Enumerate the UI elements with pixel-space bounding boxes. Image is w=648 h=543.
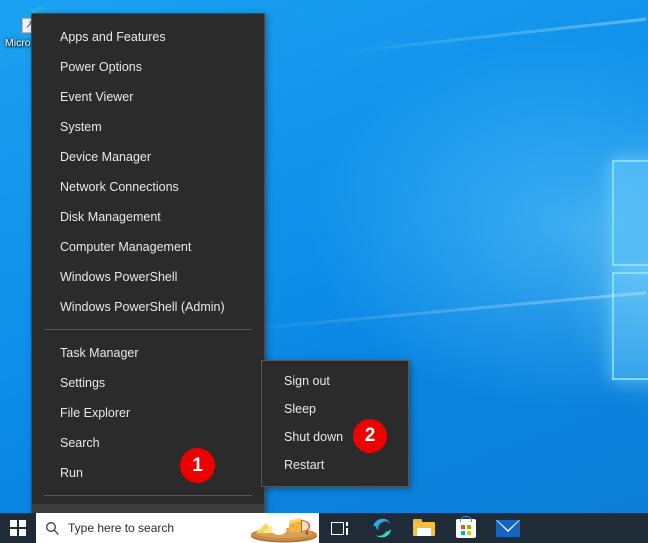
taskbar-button-file-explorer[interactable]: [403, 513, 445, 543]
submenu-item-sign-out[interactable]: Sign out: [262, 367, 408, 395]
submenu-item-restart[interactable]: Restart: [262, 451, 408, 479]
taskbar-button-microsoft-edge[interactable]: [361, 513, 403, 543]
annotation-badge-2: 2: [353, 419, 387, 453]
search-input[interactable]: Type here to search: [36, 513, 319, 543]
annotation-badge-1: 1: [180, 448, 215, 483]
taskbar: Type here to search: [0, 513, 648, 543]
menu-item-file-explorer[interactable]: File Explorer: [32, 398, 264, 428]
start-button[interactable]: [0, 513, 36, 543]
wallpaper-light-beam: [219, 291, 647, 333]
menu-item-system[interactable]: System: [32, 112, 264, 142]
menu-item-windows-powershell-admin[interactable]: Windows PowerShell (Admin): [32, 292, 264, 322]
search-icon: [36, 521, 68, 536]
menu-item-run[interactable]: Run: [32, 458, 264, 488]
cheese-board-image: [251, 518, 317, 543]
menu-item-power-options[interactable]: Power Options: [32, 52, 264, 82]
menu-item-network-connections[interactable]: Network Connections: [32, 172, 264, 202]
menu-item-disk-management[interactable]: Disk Management: [32, 202, 264, 232]
microsoft-edge-icon: [373, 518, 391, 538]
folder-icon: [413, 519, 435, 537]
windows-logo-icon: [10, 520, 26, 536]
menu-item-apps-and-features[interactable]: Apps and Features: [32, 22, 264, 52]
mail-icon: [496, 519, 520, 537]
menu-item-device-manager[interactable]: Device Manager: [32, 142, 264, 172]
menu-separator: [44, 329, 252, 330]
menu-item-windows-powershell[interactable]: Windows PowerShell: [32, 262, 264, 292]
taskbar-button-microsoft-store[interactable]: [445, 513, 487, 543]
desktop-screen: ↗ Microsoft Edge Apps and Features Power…: [0, 0, 648, 543]
wallpaper-window-pane: [612, 272, 648, 380]
taskbar-button-mail[interactable]: [487, 513, 529, 543]
taskbar-button-task-view[interactable]: [319, 513, 361, 543]
submenu-item-sleep[interactable]: Sleep: [262, 395, 408, 423]
store-icon: [456, 515, 476, 538]
task-view-icon: [330, 521, 350, 536]
wallpaper-light-beam: [329, 17, 647, 55]
search-icon-svg: [45, 521, 59, 535]
menu-item-computer-management[interactable]: Computer Management: [32, 232, 264, 262]
menu-item-settings[interactable]: Settings: [32, 368, 264, 398]
wallpaper-window-pane: [612, 160, 648, 266]
menu-item-search[interactable]: Search: [32, 428, 264, 458]
menu-separator: [44, 495, 252, 496]
winx-power-user-menu[interactable]: Apps and Features Power Options Event Vi…: [31, 13, 265, 543]
menu-item-task-manager[interactable]: Task Manager: [32, 338, 264, 368]
menu-item-event-viewer[interactable]: Event Viewer: [32, 82, 264, 112]
winx-shutdown-submenu[interactable]: Sign out Sleep Shut down Restart: [261, 360, 409, 487]
